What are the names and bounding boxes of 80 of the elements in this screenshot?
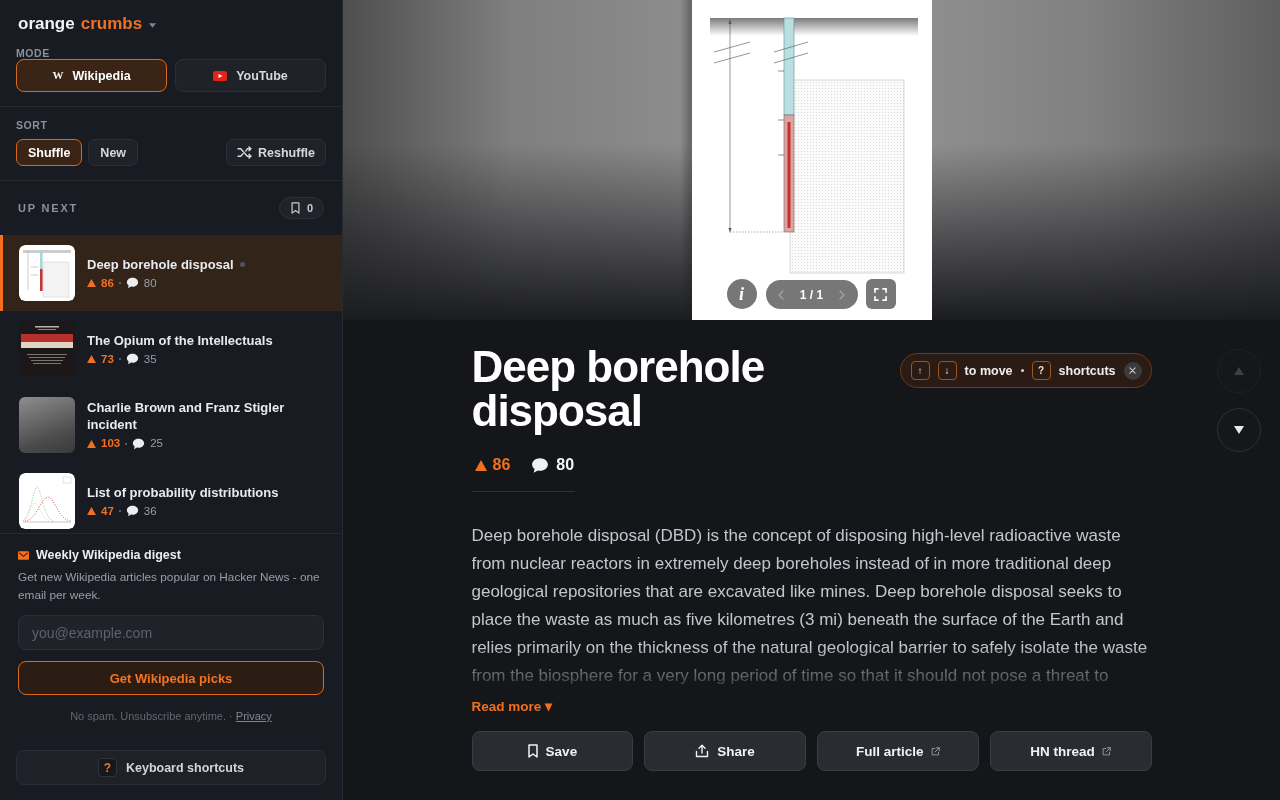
share-button[interactable]: Share [644,731,806,771]
keyboard-key: ? [97,758,117,777]
photo-placeholder [19,397,75,453]
bookmark-icon [527,744,538,758]
comment-icon [531,456,550,474]
diagram-thumbnail-drawing [19,245,75,301]
w-logo-icon: W [52,70,64,81]
comment-icon [125,353,139,365]
up-next-heading: UP NEXT [18,202,79,214]
share-icon [695,744,710,758]
comment-icon [132,437,146,450]
item-score: 86 [101,275,114,291]
item-score: 47 [101,503,114,519]
up-next-item[interactable]: The Opium of the Intellectuals 73 35 [0,311,342,387]
digest-description: Get new Wikipedia articles popular on Hacker News - one email per week. [18,569,321,604]
shuffle-icon [237,146,253,159]
section-label: MODE [16,47,50,59]
dismiss-hint-button[interactable] [1123,361,1142,380]
up-next-item[interactable]: Deep borehole disposal 86 80 [0,235,342,311]
read-more-link[interactable]: Read more ▾ [471,698,553,716]
privacy-note: No spam. Unsubscribe anytime. · Privacy [69,709,273,723]
save-button[interactable]: Save [471,731,634,771]
caret-down-icon [149,22,157,28]
hint-text: shortcuts [1058,363,1116,378]
bookmark-icon [290,202,300,214]
mode-tab[interactable]: W Wikipedia [16,59,167,92]
upvote-icon [87,279,96,287]
item-score: 103 [101,436,121,451]
comment-count: 80 [556,455,575,475]
book-cover-drawing [19,321,75,377]
keyboard-key: ? [1031,361,1051,380]
mode-tab[interactable]: YouTube [175,59,326,92]
article-title: Deep borehole disposal [471,345,766,433]
reshuffle-button[interactable]: Reshuffle [226,139,326,166]
section-label: SORT [16,119,48,131]
article-score: 86 [492,455,511,475]
saved-count-button[interactable]: 0 [278,197,324,219]
play-button-icon [213,70,228,81]
subscribe-button[interactable]: Get Wikipedia picks [18,661,324,695]
external-link-button[interactable]: HN thread [989,731,1152,771]
close-icon [1129,367,1136,374]
page-counter: 1 / 1 [799,287,824,302]
plot-thumbnail-drawing [19,473,75,529]
fullscreen-icon [874,287,887,301]
comment-count: 25 [150,436,163,451]
item-title: Charlie Brown and Franz Stigler incident [87,399,286,433]
comment-icon [125,277,139,289]
keyboard-key: ↑ [910,361,930,380]
up-next-item[interactable]: List of probability distributions 47 36 [0,463,342,533]
fullscreen-button[interactable] [865,279,896,309]
comment-count: 36 [143,503,157,519]
triangle-up-icon [1234,367,1244,375]
upvote-icon [474,459,487,471]
comment-count: 35 [143,351,157,367]
external-link-icon [930,746,940,756]
item-score: 73 [101,351,114,367]
triangle-down-icon [1234,426,1244,434]
sort-option-button[interactable]: Shuffle [16,139,83,166]
up-next-item[interactable]: Charlie Brown and Franz Stigler incident 103 25 [0,387,342,463]
item-title: List of probability distributions [87,483,279,501]
hint-text: to move [964,363,1013,378]
sort-option-button[interactable]: New [88,139,139,166]
upvote-icon [87,507,96,515]
item-title: Deep borehole disposal [87,255,234,273]
keyboard-key: ↓ [937,361,957,380]
comment-icon [125,505,139,517]
upvote-icon [87,439,96,448]
app-logo-button[interactable]: orange crumbs [16,14,157,34]
article-summary: Deep borehole disposal (DBD) is the concept of disposing high-level radioactive waste from nuclear reactors in extremely deep boreholes instead of in more traditional deep geological repositories that are excavated like mines. Deep borehole disposal seeks to place the waste as much as five kilometres (3 mi) beneath the surface of the Earth and relies primarily on the thickness of the natural geological barrier to safely isolate the waste from the biosphere for a very long period of time so that it should not pose a threat to [471,525,1149,687]
item-title: The Opium of the Intellectuals [87,331,273,349]
keyboard-shortcuts-button[interactable]: ? Keyboard shortcuts [16,750,326,785]
envelope-icon [18,550,29,560]
upvote-icon [87,355,96,363]
next-article-button[interactable] [1217,408,1261,452]
comment-count: 80 [143,275,157,291]
external-link-icon [1101,746,1111,756]
email-input[interactable]: you@example.com [18,615,324,650]
digest-title: Weekly Wikipedia digest [36,548,181,562]
external-link-button[interactable]: Full article [817,731,979,771]
privacy-link[interactable]: Privacy [235,710,272,722]
